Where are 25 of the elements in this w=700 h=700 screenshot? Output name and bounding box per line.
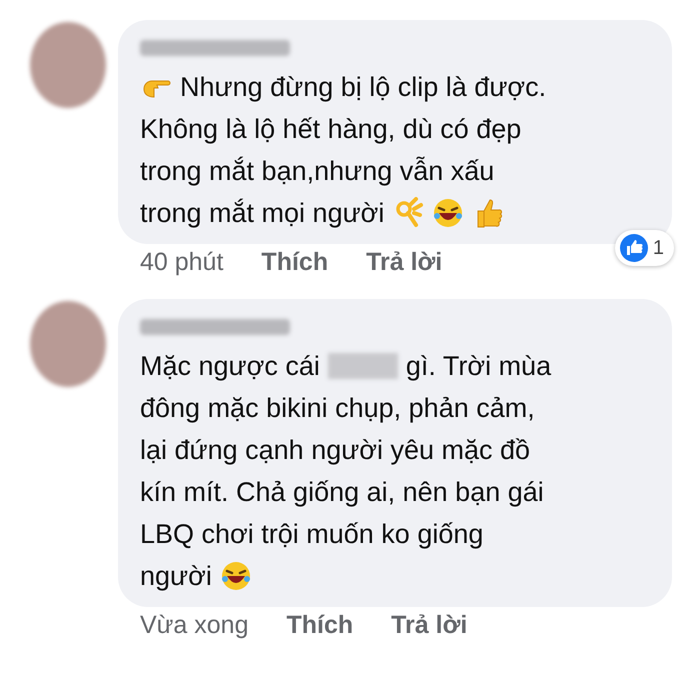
avatar[interactable] bbox=[30, 22, 106, 108]
comment-text: trong mắt bạn,nhưng vẫn xấu bbox=[140, 156, 494, 186]
reaction-count: 1 bbox=[652, 236, 664, 260]
comment-text: kín mít. Chả giống ai, nên bạn gái bbox=[140, 476, 544, 508]
laughing-face-icon bbox=[432, 197, 464, 229]
reaction-badge[interactable]: 1 bbox=[614, 230, 674, 266]
comment-text: đông mặc bikini chụp, phản cảm, bbox=[140, 392, 535, 424]
comment-text: LBQ chơi trội muốn ko giống bbox=[140, 518, 484, 550]
laughing-face-icon bbox=[220, 560, 252, 592]
comment-text: Mặc ngược cái bbox=[140, 350, 320, 382]
comment-text: lại đứng cạnh người yêu mặc đồ bbox=[140, 434, 530, 466]
blurred-word bbox=[328, 353, 398, 379]
like-link[interactable]: Thích bbox=[261, 248, 328, 277]
comment-text: người bbox=[140, 560, 212, 592]
reply-link[interactable]: Trả lời bbox=[366, 248, 442, 277]
avatar[interactable] bbox=[30, 301, 106, 387]
comment-text: gì. Trời mùa bbox=[406, 350, 552, 382]
comment-time[interactable]: Vừa xong bbox=[140, 611, 248, 640]
like-link[interactable]: Thích bbox=[286, 611, 354, 640]
reply-link[interactable]: Trả lời bbox=[391, 611, 468, 640]
comment-text: Không là lộ hết hàng, dù có đẹp bbox=[140, 114, 522, 144]
comment-text: trong mắt mọi người bbox=[140, 198, 384, 228]
comment-time[interactable]: 40 phút bbox=[140, 248, 224, 277]
comment-text: Nhưng đừng bị lộ clip là được. bbox=[180, 72, 546, 102]
like-icon bbox=[618, 233, 649, 263]
